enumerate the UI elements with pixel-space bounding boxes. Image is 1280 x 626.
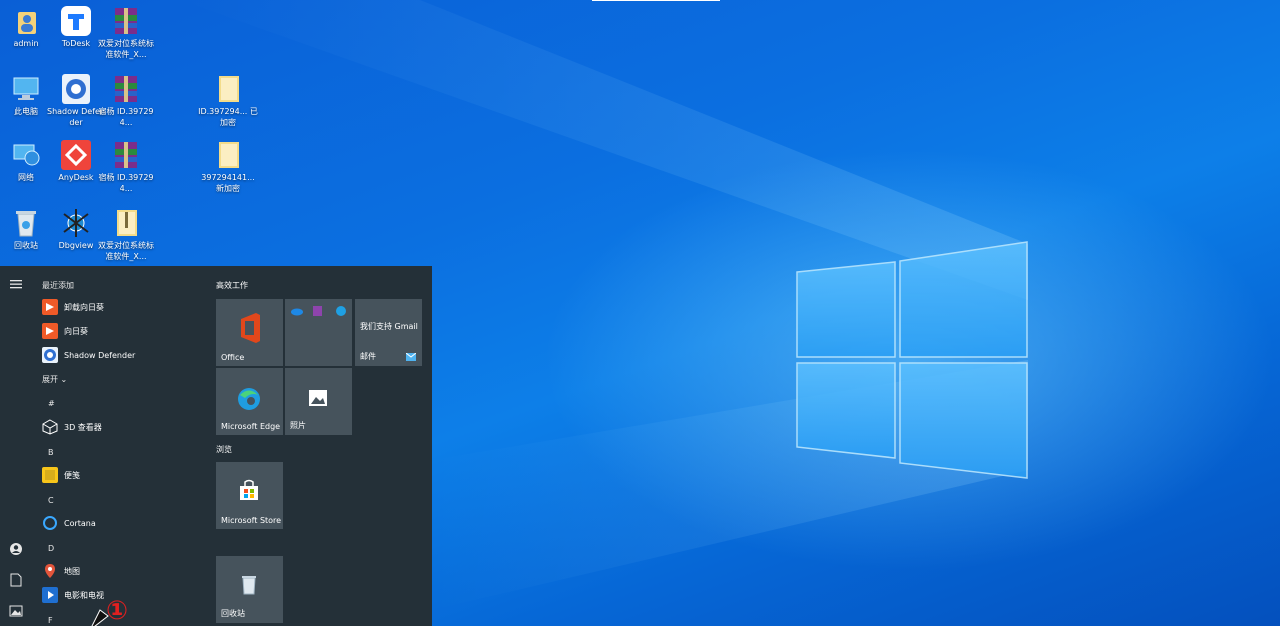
winrar-archive-icon (110, 6, 142, 36)
sunlogin-icon (42, 299, 58, 315)
tile-recycle-bin[interactable]: 回收站 (216, 556, 283, 623)
office-icon (241, 313, 260, 343)
desktop-icon-archive-1[interactable]: 双爱对位系统标准软件_X... (96, 6, 156, 60)
store-icon (240, 479, 258, 500)
app-sticky-notes[interactable]: 便笺 (42, 465, 202, 485)
annotation-number: ① (106, 596, 129, 626)
folder-zip-icon (110, 208, 142, 238)
cube-icon (42, 419, 58, 435)
app-list: 最近添加 卸载向日葵 向日葵 Shadow Defender 展开 ⌄ # 3D… (32, 266, 202, 626)
tile-office-apps-group[interactable] (285, 299, 352, 366)
start-rail (0, 266, 32, 626)
section-browse: 浏览 (216, 445, 232, 454)
tile-office[interactable]: Office (216, 299, 283, 366)
letter-header-d[interactable]: D (48, 544, 54, 553)
dbgview-icon (60, 208, 92, 238)
desktop-icon-folder-encrypted[interactable]: ID.397294... 已加密 (198, 74, 258, 128)
anydesk-icon (60, 140, 92, 170)
desktop-icon-archive-2[interactable]: 宿杨 ID.397294... (96, 74, 156, 128)
tiles-area: 高效工作 Office 我们支持 Gmail 邮件 Microsoft Edge… (216, 266, 432, 626)
user-icon[interactable] (8, 542, 24, 558)
winrar-archive-icon (110, 74, 142, 104)
start-menu: 最近添加 卸载向日葵 向日葵 Shadow Defender 展开 ⌄ # 3D… (0, 266, 432, 626)
document-icon[interactable] (8, 573, 24, 589)
pictures-icon[interactable] (8, 605, 24, 621)
tile-store[interactable]: Microsoft Store (216, 462, 283, 529)
photos-icon (309, 390, 327, 406)
letter-header-hash[interactable]: # (48, 399, 55, 408)
maps-icon (42, 563, 58, 579)
sunlogin-icon (42, 323, 58, 339)
desktop-background: admin ToDesk 双爱对位系统标准软件_X... 此电脑 Shadow … (0, 0, 1280, 626)
this-pc-icon (10, 74, 42, 104)
hamburger-icon[interactable] (8, 278, 24, 294)
chevron-down-icon: ⌄ (60, 375, 68, 384)
app-sunlogin[interactable]: 向日葵 (42, 321, 202, 341)
tile-photos[interactable]: 照片 (285, 368, 352, 435)
desktop-icon-folder-new[interactable]: 397294141... 新加密 (198, 140, 258, 194)
app-shadow-defender[interactable]: Shadow Defender (42, 345, 202, 365)
letter-header-c[interactable]: C (48, 496, 54, 505)
recycle-bin-icon (10, 208, 42, 238)
movies-tv-icon (42, 587, 58, 603)
mail-icon (406, 353, 416, 361)
edge-icon (238, 388, 260, 410)
tile-mail[interactable]: 我们支持 Gmail 邮件 (355, 299, 422, 366)
todesk-icon (60, 6, 92, 36)
expand-button[interactable]: 展开 ⌄ (42, 374, 67, 385)
app-cortana[interactable]: Cortana (42, 513, 202, 533)
onenote-icon (313, 306, 322, 316)
section-productivity: 高效工作 (216, 281, 248, 290)
cortana-icon (42, 515, 58, 531)
skype-icon (336, 306, 346, 316)
top-edge-highlight (592, 0, 720, 1)
app-maps[interactable]: 地图 (42, 561, 202, 581)
shadow-defender-icon (42, 347, 58, 363)
letter-header-b[interactable]: B (48, 448, 54, 457)
shadow-defender-icon (60, 74, 92, 104)
desktop-icon-archive-3[interactable]: 宿杨 ID.397294... (96, 140, 156, 194)
winrar-archive-icon (110, 140, 142, 170)
folder-icon (212, 74, 244, 104)
tile-edge[interactable]: Microsoft Edge (216, 368, 283, 435)
network-icon (10, 140, 42, 170)
recycle-bin-icon (242, 576, 256, 595)
recently-added-header: 最近添加 (42, 281, 74, 290)
onedrive-icon (291, 308, 303, 316)
app-3d-viewer[interactable]: 3D 查看器 (42, 417, 202, 437)
folder-icon (212, 140, 244, 170)
sticky-notes-icon (42, 467, 58, 483)
user-folder-icon (10, 6, 42, 36)
letter-header-f[interactable]: F (48, 616, 53, 625)
app-uninstall-sunlogin[interactable]: 卸载向日葵 (42, 297, 202, 317)
annotation-marker: ① (86, 598, 136, 626)
desktop-icon-zip-folder[interactable]: 双爱对位系统标准软件_X... (96, 208, 156, 262)
